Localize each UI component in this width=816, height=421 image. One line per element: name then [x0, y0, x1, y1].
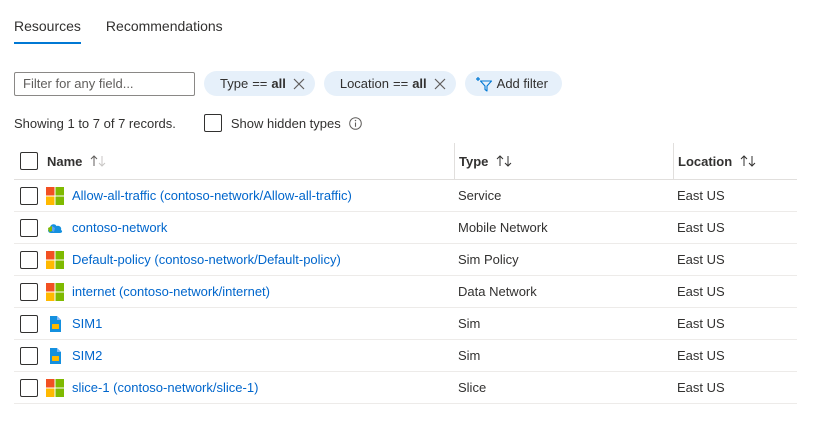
cell-name: contoso-network [14, 211, 454, 244]
filter-input[interactable] [14, 71, 195, 96]
sim-card-icon [46, 315, 64, 333]
pill-operator: == [252, 76, 268, 91]
pill-field: Type [220, 76, 249, 91]
cell-location: East US [673, 275, 797, 308]
sort-icon[interactable] [740, 155, 756, 167]
column-header-label[interactable]: Location [678, 154, 732, 169]
table-row[interactable]: contoso-network Mobile Network East US [14, 211, 797, 244]
cell-location: East US [673, 339, 797, 372]
table-row[interactable]: Allow-all-traffic (contoso-network/Allow… [14, 179, 797, 212]
add-filter-icon [475, 76, 493, 92]
pill-value: all [271, 76, 286, 91]
cell-type: Sim Policy [454, 243, 673, 276]
records-count: Showing 1 to 7 of 7 records. [14, 115, 176, 131]
table-row[interactable]: Default-policy (contoso-network/Default-… [14, 243, 797, 276]
pill-value: all [412, 76, 427, 91]
resource-location: East US [677, 252, 725, 267]
filter-toolbar: Type == all Location == all Add filter [14, 71, 562, 96]
cell-type: Sim [454, 339, 673, 372]
resource-link[interactable]: slice-1 (contoso-network/slice-1) [72, 380, 258, 395]
resources-table: Name Type Location Allow-all-traffic (co… [14, 143, 797, 404]
row-checkbox[interactable] [20, 186, 38, 205]
resource-type: Data Network [458, 284, 537, 299]
resource-location: East US [677, 380, 725, 395]
column-header-label[interactable]: Type [459, 154, 488, 169]
sim-card-icon [46, 347, 64, 365]
cell-type: Mobile Network [454, 211, 673, 244]
mobile-network-icon [46, 219, 64, 237]
column-header-location: Location [673, 143, 797, 180]
row-checkbox[interactable] [20, 250, 38, 269]
cell-name: Default-policy (contoso-network/Default-… [14, 243, 454, 276]
resource-link[interactable]: contoso-network [72, 220, 167, 235]
pill-operator: == [393, 76, 409, 91]
cell-location: East US [673, 371, 797, 404]
resource-grid-icon [46, 186, 64, 205]
cell-name: SIM1 [14, 307, 454, 340]
show-hidden-types: Show hidden types [203, 114, 362, 132]
show-hidden-label: Show hidden types [230, 115, 341, 131]
row-checkbox[interactable] [20, 314, 38, 333]
resource-type: Sim Policy [458, 252, 519, 267]
resource-type: Mobile Network [458, 220, 548, 235]
resource-grid-icon [46, 378, 64, 397]
resource-link[interactable]: Default-policy (contoso-network/Default-… [72, 252, 341, 267]
tab-recommendations[interactable]: Recommendations [106, 18, 223, 44]
resource-link[interactable]: SIM2 [72, 348, 102, 363]
resource-link[interactable]: internet (contoso-network/internet) [72, 284, 270, 299]
info-icon[interactable] [348, 116, 362, 130]
cell-type: Sim [454, 307, 673, 340]
row-checkbox[interactable] [20, 218, 38, 237]
cell-name: SIM2 [14, 339, 454, 372]
close-icon[interactable] [293, 78, 305, 90]
cell-location: East US [673, 179, 797, 212]
resource-link[interactable]: SIM1 [72, 316, 102, 331]
table-row[interactable]: slice-1 (contoso-network/slice-1) Slice Ea… [14, 371, 797, 404]
resource-location: East US [677, 188, 725, 203]
row-checkbox[interactable] [20, 378, 38, 397]
status-row: Showing 1 to 7 of 7 records. Show hidden… [14, 114, 362, 132]
table-row[interactable]: SIM2 Sim East US [14, 339, 797, 372]
cell-type: Service [454, 179, 673, 212]
resource-grid-icon [46, 250, 64, 269]
column-header-name: Name [14, 143, 454, 180]
tab-bar: Resources Recommendations [14, 18, 248, 44]
cell-location: East US [673, 243, 797, 276]
sort-icon[interactable] [90, 155, 106, 167]
resource-type: Sim [458, 316, 481, 331]
table-header: Name Type Location [14, 143, 797, 180]
column-header-type: Type [454, 143, 673, 180]
column-header-label[interactable]: Name [47, 154, 82, 169]
select-all-checkbox[interactable] [20, 152, 38, 170]
location-filter-pill[interactable]: Location == all [323, 71, 456, 96]
table-row[interactable]: SIM1 Sim East US [14, 307, 797, 340]
cell-name: Allow-all-traffic (contoso-network/Allow… [14, 179, 454, 212]
resource-location: East US [677, 220, 725, 235]
cell-name: internet (contoso-network/internet) [14, 275, 454, 308]
type-filter-pill[interactable]: Type == all [204, 71, 315, 96]
cell-type: Data Network [454, 275, 673, 308]
resource-type: Slice [458, 380, 487, 395]
resource-type: Sim [458, 348, 481, 363]
cell-name: slice-1 (contoso-network/slice-1) [14, 371, 454, 404]
cell-location: East US [673, 307, 797, 340]
row-checkbox[interactable] [20, 282, 38, 301]
resource-location: East US [677, 284, 725, 299]
resource-location: East US [677, 348, 725, 363]
add-filter-label: Add filter [496, 76, 548, 91]
sort-icon[interactable] [496, 155, 512, 167]
tab-resources[interactable]: Resources [14, 18, 81, 44]
pill-field: Location [339, 76, 389, 91]
resource-type: Service [458, 188, 502, 203]
resource-location: East US [677, 316, 725, 331]
show-hidden-checkbox[interactable] [203, 114, 222, 132]
cell-type: Slice [454, 371, 673, 404]
close-icon[interactable] [434, 78, 446, 90]
resource-link[interactable]: Allow-all-traffic (contoso-network/Allow… [72, 188, 352, 203]
resource-grid-icon [46, 282, 64, 301]
cell-location: East US [673, 211, 797, 244]
add-filter-button[interactable]: Add filter [464, 71, 562, 96]
row-checkbox[interactable] [20, 346, 38, 365]
table-row[interactable]: internet (contoso-network/internet) Data … [14, 275, 797, 308]
